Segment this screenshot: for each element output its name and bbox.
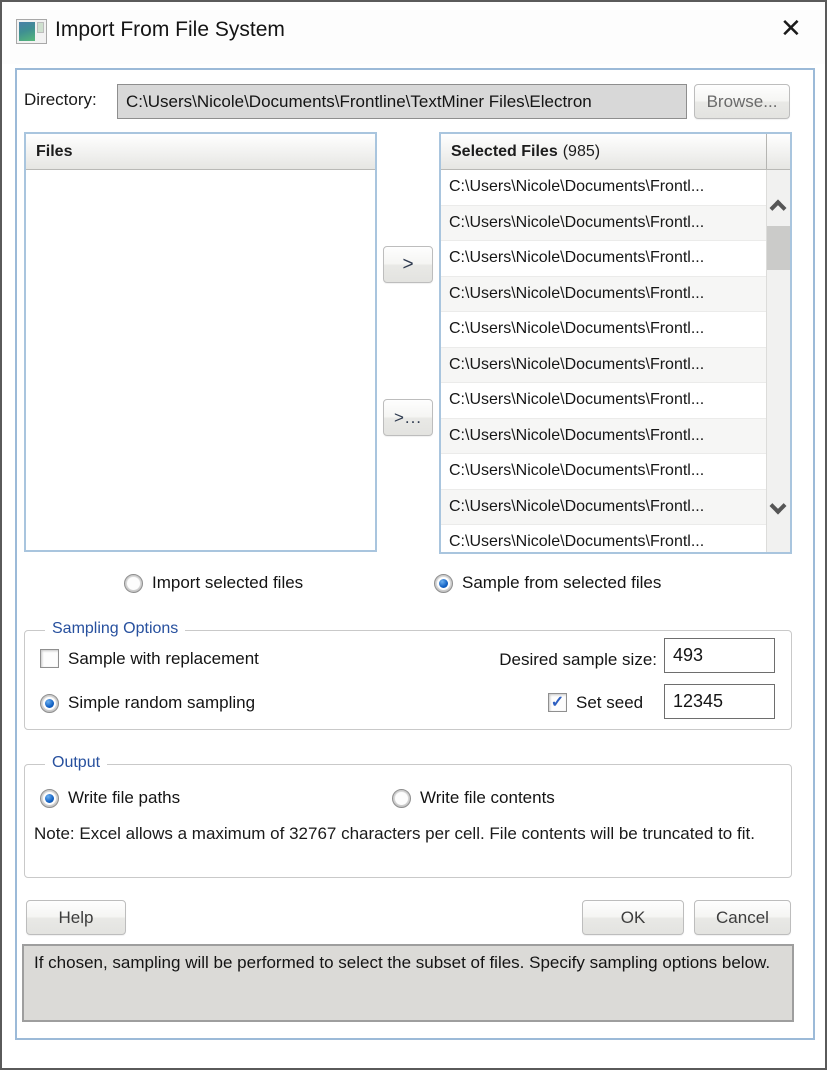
header-corner-cell [766,134,790,169]
import-selected-label[interactable]: Import selected files [152,573,303,593]
files-list[interactable]: Files [24,132,377,552]
selected-header-label: Selected Files [451,143,558,161]
set-seed-checkbox[interactable]: ✓ [548,693,567,712]
list-item[interactable]: C:\Users\Nicole\Documents\Frontl... [441,419,766,455]
scrollbar[interactable] [766,170,790,552]
app-icon [16,19,47,44]
write-file-contents-label[interactable]: Write file contents [420,788,555,808]
write-file-paths-radio[interactable] [40,789,59,808]
list-item[interactable]: C:\Users\Nicole\Documents\Frontl... [441,348,766,384]
set-seed-label[interactable]: Set seed [576,693,643,713]
simple-random-sampling-label[interactable]: Simple random sampling [68,693,255,713]
list-item[interactable]: C:\Users\Nicole\Documents\Frontl... [441,312,766,348]
help-button[interactable]: Help [26,900,126,935]
write-file-paths-label[interactable]: Write file paths [68,788,180,808]
scroll-down-icon[interactable] [770,498,787,515]
directory-label: Directory: [24,90,97,110]
window-title: Import From File System [55,18,285,42]
list-item[interactable]: C:\Users\Nicole\Documents\Frontl... [441,277,766,313]
selected-files-list[interactable]: Selected Files (985) C:\Users\Nicole\Doc… [439,132,792,554]
move-all-button[interactable]: >... [383,399,433,436]
check-icon: ✓ [551,695,564,711]
import-dialog: Import From File System ✕ Directory: Bro… [0,0,827,1070]
desired-sample-size-input[interactable] [664,638,775,673]
output-group: Output [24,764,792,878]
excel-note: Note: Excel allows a maximum of 32767 ch… [34,822,769,847]
desired-sample-size-label: Desired sample size: [467,650,657,670]
cancel-button[interactable]: Cancel [694,900,791,935]
sample-with-replacement-label[interactable]: Sample with replacement [68,649,259,669]
seed-input[interactable] [664,684,775,719]
selected-list-body[interactable]: C:\Users\Nicole\Documents\Frontl...C:\Us… [441,170,790,552]
list-item[interactable]: C:\Users\Nicole\Documents\Frontl... [441,241,766,277]
simple-random-sampling-radio[interactable] [40,694,59,713]
sampling-options-title: Sampling Options [45,620,185,638]
app-icon-pane [19,22,35,41]
title-bar: Import From File System ✕ [2,2,825,64]
browse-button[interactable]: Browse... [694,84,790,119]
scrollbar-thumb[interactable] [767,226,790,270]
selected-list-header: Selected Files (985) [441,134,790,170]
list-item[interactable]: C:\Users\Nicole\Documents\Frontl... [441,170,766,206]
list-item[interactable]: C:\Users\Nicole\Documents\Frontl... [441,383,766,419]
output-title: Output [45,754,107,772]
status-message: If chosen, sampling will be performed to… [22,944,794,1022]
close-icon[interactable]: ✕ [780,15,802,41]
list-item[interactable]: C:\Users\Nicole\Documents\Frontl... [441,490,766,526]
list-item[interactable]: C:\Users\Nicole\Documents\Frontl... [441,206,766,242]
app-icon-pane-small [37,22,44,33]
import-selected-radio[interactable] [124,574,143,593]
directory-input[interactable] [117,84,687,119]
write-file-contents-radio[interactable] [392,789,411,808]
sample-from-selected-radio[interactable] [434,574,453,593]
files-list-header: Files [26,134,375,170]
list-item[interactable]: C:\Users\Nicole\Documents\Frontl... [441,525,766,552]
move-selected-button[interactable]: > [383,246,433,283]
selected-header-count: (985) [563,143,600,161]
scroll-up-icon[interactable] [770,200,787,217]
sample-from-selected-label[interactable]: Sample from selected files [462,573,661,593]
list-item[interactable]: C:\Users\Nicole\Documents\Frontl... [441,454,766,490]
ok-button[interactable]: OK [582,900,684,935]
files-list-body[interactable] [26,170,375,550]
files-header-label: Files [36,143,72,161]
sample-with-replacement-checkbox[interactable] [40,649,59,668]
